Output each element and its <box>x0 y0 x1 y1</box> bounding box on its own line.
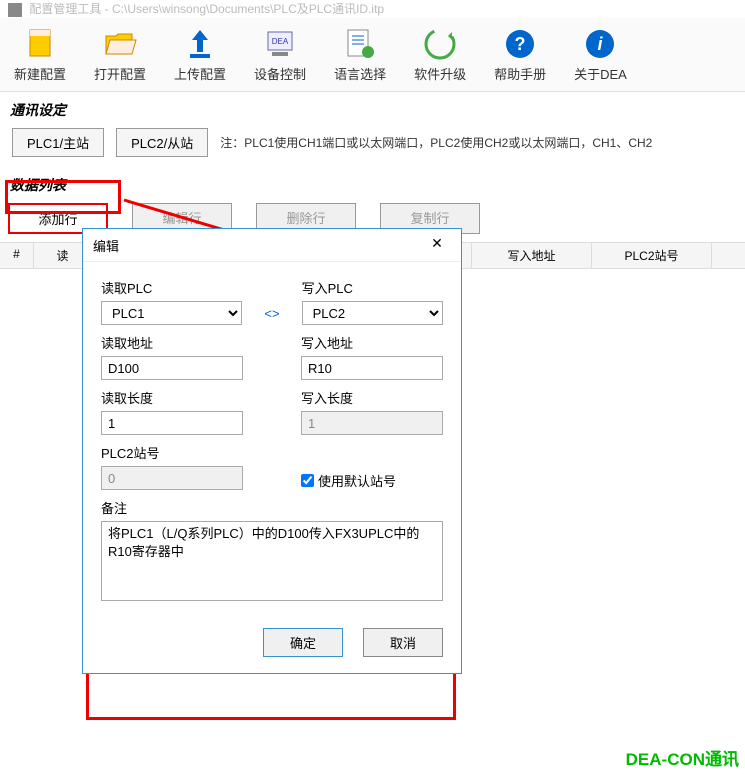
toolbar-open-config[interactable]: 打开配置 <box>80 22 160 87</box>
write-plc-label: 写入PLC <box>302 278 443 297</box>
folder-open-icon <box>102 26 138 62</box>
th-write-addr: 写入地址 <box>472 243 592 268</box>
remark-textarea[interactable]: 将PLC1（L/Q系列PLC）中的D100传入FX3UPLC中的R10寄存器中 <box>101 521 443 601</box>
toolbar-help[interactable]: ? 帮助手册 <box>480 22 560 87</box>
toolbar-device-control[interactable]: DEA 设备控制 <box>240 22 320 87</box>
toolbar-label: 上传配置 <box>174 64 226 83</box>
edit-dialog: 编辑 ✕ 读取PLC PLC1 <> 写入PLC PLC2 读取地址 写入地址 <box>82 228 462 674</box>
toolbar-label: 打开配置 <box>94 64 146 83</box>
th-index: # <box>0 243 34 268</box>
station-input <box>101 466 243 490</box>
read-addr-input[interactable] <box>101 356 243 380</box>
app-icon <box>8 3 22 17</box>
info-icon: i <box>582 26 618 62</box>
read-len-input[interactable] <box>101 411 243 435</box>
th-plc2-station: PLC2站号 <box>592 243 712 268</box>
titlebar: 配置管理工具 - C:\Users\winsong\Documents\PLC及… <box>0 0 745 18</box>
write-plc-select[interactable]: PLC2 <box>302 301 443 325</box>
station-label: PLC2站号 <box>101 443 243 462</box>
read-plc-label: 读取PLC <box>101 278 242 297</box>
close-icon[interactable]: ✕ <box>423 235 451 255</box>
upload-icon <box>182 26 218 62</box>
toolbar-upload-config[interactable]: 上传配置 <box>160 22 240 87</box>
toolbar-label: 软件升级 <box>414 64 466 83</box>
toolbar-about[interactable]: i 关于DEA <box>560 22 641 87</box>
main-toolbar: 新建配置 打开配置 上传配置 DEA 设备控制 语言选择 软件升级 ? 帮助手册… <box>0 18 745 92</box>
ok-button[interactable]: 确定 <box>263 628 343 657</box>
plc2-slave-button[interactable]: PLC2/从站 <box>116 128 208 157</box>
write-len-label: 写入长度 <box>301 388 443 407</box>
toolbar-label: 设备控制 <box>254 64 306 83</box>
titlebar-text: 配置管理工具 - C:\Users\winsong\Documents\PLC及… <box>29 2 384 16</box>
dialog-footer: 确定 取消 <box>83 620 461 673</box>
svg-text:?: ? <box>515 34 526 54</box>
toolbar-language[interactable]: 语言选择 <box>320 22 400 87</box>
dialog-title-text: 编辑 <box>93 236 119 255</box>
remark-label: 备注 <box>101 498 443 517</box>
help-icon: ? <box>502 26 538 62</box>
new-file-icon <box>22 26 58 62</box>
data-section-title: 数据列表 <box>0 167 745 199</box>
default-station-checkbox[interactable] <box>301 474 314 487</box>
comm-row: PLC1/主站 PLC2/从站 注：PLC1使用CH1端口或以太网端口，PLC2… <box>0 124 745 167</box>
device-icon: DEA <box>262 26 298 62</box>
comm-section-title: 通讯设定 <box>0 92 745 124</box>
read-plc-select[interactable]: PLC1 <box>101 301 242 325</box>
svg-text:DEA: DEA <box>272 37 289 46</box>
comm-note: 注：PLC1使用CH1端口或以太网端口，PLC2使用CH2或以太网端口，CH1、… <box>220 134 652 151</box>
dialog-titlebar: 编辑 ✕ <box>83 229 461 262</box>
toolbar-label: 帮助手册 <box>494 64 546 83</box>
swap-icon[interactable]: <> <box>262 306 281 321</box>
write-addr-label: 写入地址 <box>301 333 443 352</box>
language-icon <box>342 26 378 62</box>
default-station-label[interactable]: 使用默认站号 <box>318 471 396 490</box>
toolbar-new-config[interactable]: 新建配置 <box>0 22 80 87</box>
upgrade-icon <box>422 26 458 62</box>
cancel-button[interactable]: 取消 <box>363 628 443 657</box>
write-addr-input[interactable] <box>301 356 443 380</box>
toolbar-label: 新建配置 <box>14 64 66 83</box>
read-len-label: 读取长度 <box>101 388 243 407</box>
toolbar-label: 语言选择 <box>334 64 386 83</box>
toolbar-label: 关于DEA <box>574 64 627 83</box>
plc1-master-button[interactable]: PLC1/主站 <box>12 128 104 157</box>
toolbar-upgrade[interactable]: 软件升级 <box>400 22 480 87</box>
write-len-input <box>301 411 443 435</box>
dialog-body: 读取PLC PLC1 <> 写入PLC PLC2 读取地址 写入地址 读取长度 <box>83 262 461 620</box>
read-addr-label: 读取地址 <box>101 333 243 352</box>
watermark: DEA-CON通讯 <box>626 745 739 770</box>
